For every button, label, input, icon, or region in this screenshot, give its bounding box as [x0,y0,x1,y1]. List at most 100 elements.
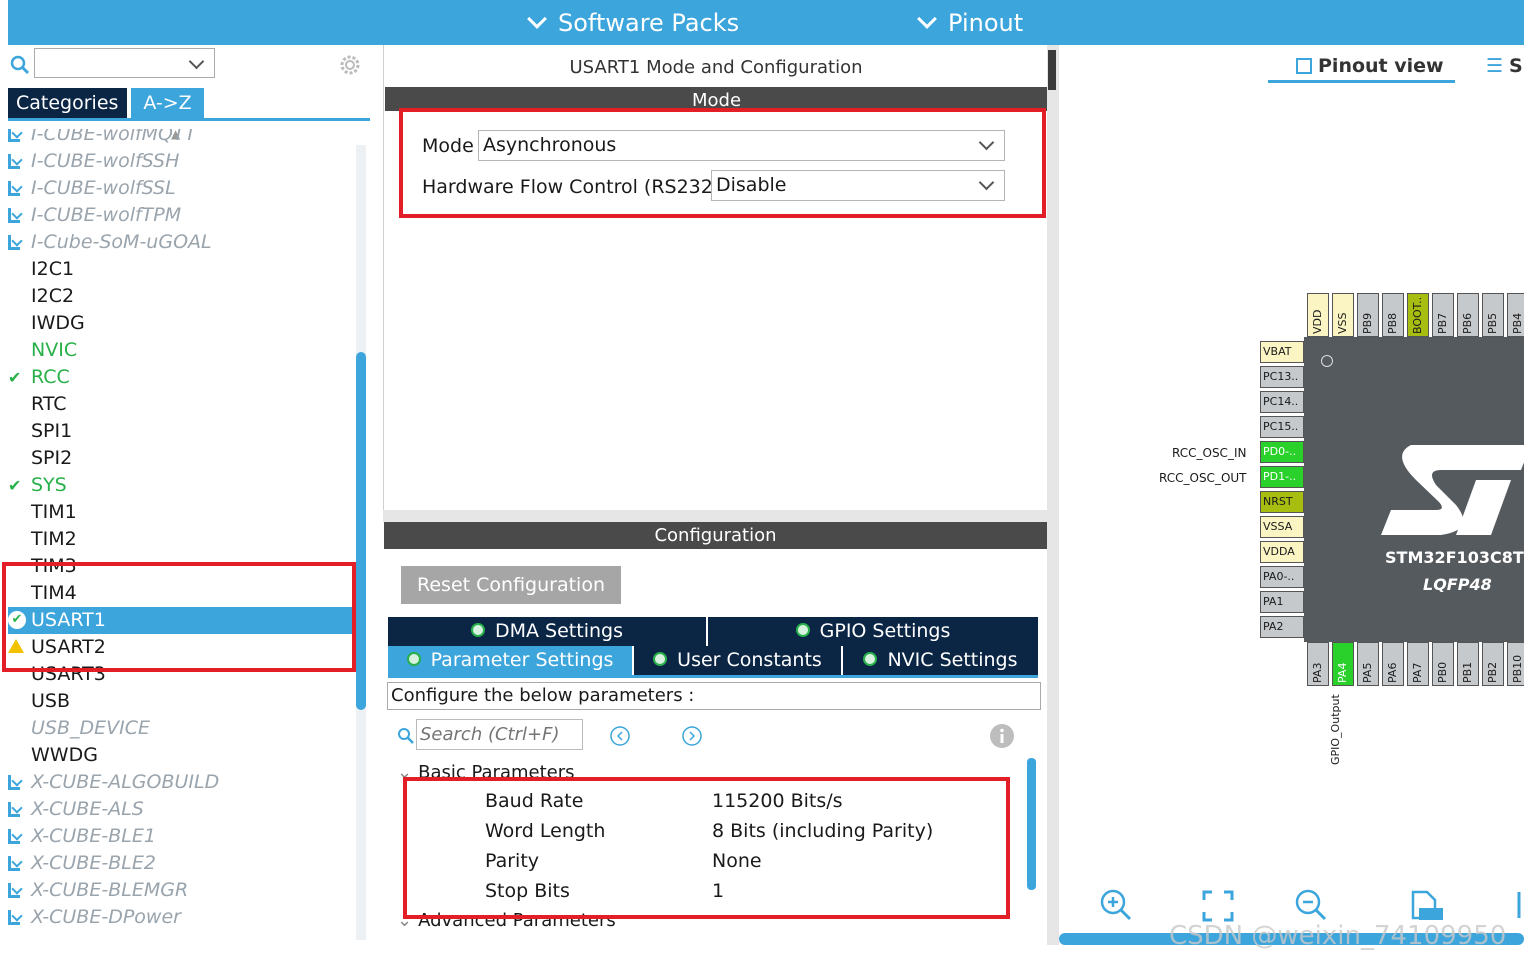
pin-label-rcc-osc-out: RCC_OSC_OUT [1159,471,1247,485]
pinout-menu[interactable]: Pinout [917,9,1023,37]
list-item-label: I-CUBE-wolfSSL [31,177,176,199]
list-item[interactable]: X-CUBE-BLEMGR [8,877,353,904]
list-item[interactable]: WWDG [8,742,353,769]
pin-label: PB2 [1486,661,1499,683]
vertical-splitter[interactable] [1047,45,1059,945]
pin[interactable]: PD1-.. [1260,466,1304,488]
list-item[interactable]: TIM2 [8,526,353,553]
pin[interactable]: PB8 [1382,293,1404,337]
list-item-label: SPI1 [31,420,73,442]
download-icon [8,802,23,817]
list-item[interactable]: X-CUBE-BLE1 [8,823,353,850]
reset-configuration-button[interactable]: Reset Configuration [401,566,621,604]
tab-categories[interactable]: Categories [8,88,127,118]
list-item[interactable]: USB [8,688,353,715]
pin[interactable]: PC14.. [1260,391,1304,413]
pin[interactable]: PB4 [1507,293,1524,337]
pin[interactable]: BOOT.. [1407,293,1429,337]
list-item[interactable]: X-CUBE-ALS [8,796,353,823]
next-icon[interactable] [681,725,703,747]
list-item[interactable]: IWDG [8,310,353,337]
list-item[interactable]: I2C1 [8,256,353,283]
tab-nvic-settings[interactable]: NVIC Settings [843,646,1038,675]
pin[interactable]: PC15.. [1260,416,1304,438]
tab-user-constants[interactable]: User Constants [634,646,841,675]
panel-splitter[interactable] [383,510,1047,522]
list-item[interactable]: I-CUBE-wolfTPM [8,202,353,229]
system-view-tab[interactable]: ☰ S [1486,55,1523,77]
list-item[interactable]: I-CUBE-wolfSSL [8,175,353,202]
pin[interactable]: PB1 [1457,642,1479,686]
list-item[interactable]: X-CUBE-BLE2 [8,850,353,877]
highlight-box-usart [2,562,356,672]
pinout-view-tab[interactable]: Pinout view [1296,55,1444,77]
previous-icon[interactable] [609,725,631,747]
pin[interactable]: PA2 [1260,616,1304,638]
list-item[interactable]: TIM1 [8,499,353,526]
pin[interactable]: PA3 [1307,642,1329,686]
pin[interactable]: PB7 [1432,293,1454,337]
pin[interactable]: PB6 [1457,293,1479,337]
rotate-icon[interactable] [1509,888,1524,922]
pin[interactable]: PB10 [1507,642,1524,686]
pin[interactable]: PB5 [1482,293,1504,337]
param-value[interactable]: 115200 Bits/s [712,790,843,812]
pin[interactable]: PB0 [1432,642,1454,686]
list-item[interactable]: RTC [8,391,353,418]
pin-label: PB6 [1461,312,1474,334]
list-item[interactable]: NVIC [8,337,353,364]
zoom-out-icon[interactable] [1294,888,1328,922]
pin[interactable]: VBAT [1260,341,1304,363]
param-value[interactable]: 1 [712,880,724,902]
search-icon[interactable] [10,55,30,75]
param-value[interactable]: 8 Bits (including Parity) [712,820,933,842]
tab-gpio-settings[interactable]: GPIO Settings [708,617,1038,646]
zoom-in-icon[interactable] [1099,888,1133,922]
pin[interactable]: PA6 [1382,642,1404,686]
pin[interactable]: PD0-.. [1260,441,1304,463]
tab-dma-settings[interactable]: DMA Settings [388,617,706,646]
list-item[interactable]: X-CUBE-ALGOBUILD [8,769,353,796]
list-item-label: I-CUBE-wolfTPM [31,204,182,226]
tab-a-z[interactable]: A->Z [131,88,204,118]
export-icon[interactable] [1409,888,1443,922]
gear-icon[interactable] [338,53,362,77]
pin[interactable]: VDD [1307,293,1329,337]
software-packs-menu[interactable]: Software Packs [527,9,739,37]
pin[interactable]: PA7 [1407,642,1429,686]
param-value[interactable]: None [712,850,762,872]
info-icon[interactable] [989,723,1015,749]
list-item[interactable]: I-Cube-SoM-uGOAL [8,229,353,256]
list-item[interactable]: I2C2 [8,283,353,310]
pin[interactable]: VDDA [1260,541,1304,563]
list-item[interactable]: ✔ RCC [8,364,353,391]
search-combo[interactable] [34,48,215,78]
list-item-label: IWDG [31,312,85,334]
list-item[interactable]: X-CUBE-DPower [8,904,353,931]
list-item[interactable]: I-CUBE-wolfMQTT [8,129,353,148]
pin[interactable]: PA4 [1332,642,1354,686]
list-item[interactable]: SPI2 [8,445,353,472]
list-item-label: X-CUBE-ALS [31,798,144,820]
pin[interactable]: PA5 [1357,642,1379,686]
list-scrollbar-thumb[interactable] [356,352,366,710]
pin[interactable]: PA1 [1260,591,1304,613]
collapse-arrows-icon[interactable] [1048,50,1056,90]
list-item[interactable]: I-CUBE-wolfSSH [8,148,353,175]
list-item[interactable]: ✔ SYS [8,472,353,499]
pin[interactable]: NRST [1260,491,1304,513]
parameter-search-input[interactable] [416,719,583,750]
pin[interactable]: PB2 [1482,642,1504,686]
pin[interactable]: VSS [1332,293,1354,337]
param-scrollbar-thumb[interactable] [1027,758,1036,890]
fit-screen-icon[interactable] [1202,890,1234,922]
pin[interactable]: PC13.. [1260,366,1304,388]
pin[interactable]: PA0-.. [1260,566,1304,588]
tab-parameter-settings[interactable]: Parameter Settings [388,646,632,675]
list-item-label: X-CUBE-BLEMGR [31,879,189,901]
pin[interactable]: PB9 [1357,293,1379,337]
list-item[interactable]: USB_DEVICE [8,715,353,742]
list-item[interactable]: SPI1 [8,418,353,445]
download-icon [8,910,23,925]
pin[interactable]: VSSA [1260,516,1304,538]
